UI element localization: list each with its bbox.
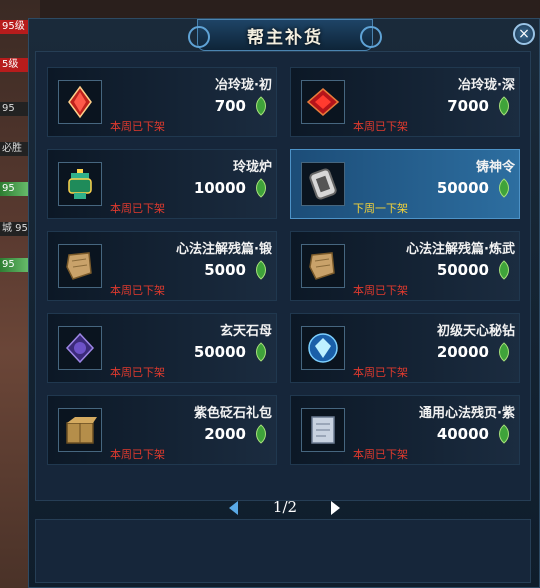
- purple-stone-icon: [58, 326, 102, 370]
- shop-item-card[interactable]: 玄天石母 50000 本周已下架: [47, 313, 277, 383]
- currency-leaf-icon: [497, 342, 511, 362]
- item-status: 本周已下架: [110, 120, 165, 133]
- item-status: 本周已下架: [353, 366, 408, 379]
- item-name: 玲珑炉: [232, 160, 272, 175]
- currency-leaf-icon: [254, 96, 268, 116]
- item-status: 本周已下架: [110, 284, 165, 297]
- item-price: 5000: [204, 261, 246, 279]
- page-indicator: 1/2: [272, 498, 298, 516]
- item-name: 冶玲珑·初: [215, 78, 272, 93]
- blue-diamond-icon: [301, 326, 345, 370]
- shop-item-card[interactable]: 通用心法残页·紫 40000 本周已下架: [290, 395, 520, 465]
- currency-leaf-icon: [254, 178, 268, 198]
- item-name: 初级天心秘钻: [436, 324, 515, 339]
- bg-label: 95级: [0, 20, 28, 34]
- close-button[interactable]: ×: [513, 23, 535, 45]
- green-furnace-icon: [58, 162, 102, 206]
- item-price: 10000: [193, 179, 246, 197]
- shop-item-card[interactable]: 冶玲珑·初 700 本周已下架: [47, 67, 277, 137]
- item-name: 铸神令: [475, 160, 515, 175]
- window-title: 帮主补货: [247, 27, 323, 48]
- item-status: 本周已下架: [110, 448, 165, 461]
- supply-window: 帮主补货 × 冶玲珑·初 700 本周已下架 冶玲珑·深 7000 本周已下架 玲珑炉 100…: [28, 18, 540, 588]
- item-price: 40000: [436, 425, 489, 443]
- item-price: 7000: [447, 97, 489, 115]
- prev-page-arrow-icon[interactable]: [229, 501, 238, 515]
- item-name: 冶玲珑·深: [458, 78, 515, 93]
- item-name: 玄天石母: [219, 324, 272, 339]
- item-price: 50000: [193, 343, 246, 361]
- bg-label: 必胜: [0, 142, 28, 156]
- title-bar: 帮主补货: [188, 19, 382, 51]
- bg-label: 95: [0, 258, 28, 272]
- bg-label: 5级: [0, 58, 28, 72]
- item-status: 本周已下架: [353, 284, 408, 297]
- item-name: 心法注解残篇·锻: [176, 242, 272, 257]
- paper-page-icon: [301, 408, 345, 452]
- bg-label: 95: [0, 182, 28, 196]
- item-price: 700: [214, 97, 246, 115]
- info-area: [35, 519, 531, 583]
- currency-leaf-icon: [254, 260, 268, 280]
- gift-box-icon: [58, 408, 102, 452]
- shop-item-card[interactable]: 紫色砭石礼包 2000 本周已下架: [47, 395, 277, 465]
- currency-leaf-icon: [497, 178, 511, 198]
- item-name: 通用心法残页·紫: [419, 406, 515, 421]
- currency-leaf-icon: [497, 260, 511, 280]
- red-crystal-icon: [301, 80, 345, 124]
- item-price: 2000: [204, 425, 246, 443]
- next-page-arrow-icon[interactable]: [331, 501, 340, 515]
- item-price: 50000: [436, 179, 489, 197]
- currency-leaf-icon: [254, 424, 268, 444]
- item-status: 本周已下架: [353, 120, 408, 133]
- currency-leaf-icon: [497, 96, 511, 116]
- item-name: 紫色砭石礼包: [193, 406, 272, 421]
- item-price: 50000: [436, 261, 489, 279]
- currency-leaf-icon: [497, 424, 511, 444]
- bg-label: 城 95: [0, 222, 28, 236]
- currency-leaf-icon: [254, 342, 268, 362]
- silver-token-icon: [301, 162, 345, 206]
- shop-item-card[interactable]: 初级天心秘钻 20000 本周已下架: [290, 313, 520, 383]
- item-status: 本周已下架: [110, 366, 165, 379]
- item-status: 本周已下架: [353, 448, 408, 461]
- scroll-fragment-icon: [58, 244, 102, 288]
- item-status: 下周一下架: [353, 202, 408, 215]
- shop-item-card[interactable]: 玲珑炉 10000 本周已下架: [47, 149, 277, 219]
- scroll-fragment-icon: [301, 244, 345, 288]
- item-status: 本周已下架: [110, 202, 165, 215]
- item-price: 20000: [436, 343, 489, 361]
- item-name: 心法注解残篇·炼武: [406, 242, 515, 257]
- shop-item-card[interactable]: 心法注解残篇·炼武 50000 本周已下架: [290, 231, 520, 301]
- bg-label: 95: [0, 102, 28, 116]
- shop-item-card[interactable]: 冶玲珑·深 7000 本周已下架: [290, 67, 520, 137]
- shop-item-card[interactable]: 心法注解残篇·锻 5000 本周已下架: [47, 231, 277, 301]
- shop-item-card[interactable]: 铸神令 50000 下周一下架: [290, 149, 520, 219]
- red-gem-icon: [58, 80, 102, 124]
